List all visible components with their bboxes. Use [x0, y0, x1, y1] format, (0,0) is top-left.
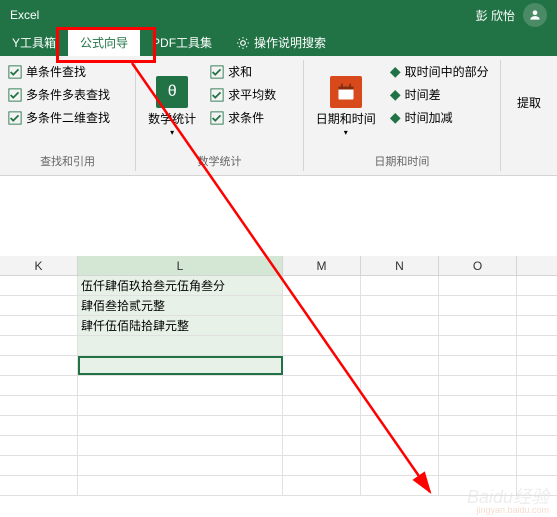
cell-M10[interactable] [283, 456, 361, 475]
tab-tell-me[interactable]: 操作说明搜索 [224, 29, 338, 56]
cell-M7[interactable] [283, 396, 361, 415]
col-header-O[interactable]: O [439, 256, 517, 275]
cell-K1[interactable] [0, 276, 78, 295]
cell-L9[interactable] [78, 436, 283, 455]
cell-M1[interactable] [283, 276, 361, 295]
cell-L3[interactable]: 肆仟伍佰陆拾肆元整 [78, 316, 283, 335]
cell-O4[interactable] [439, 336, 517, 355]
cell-M11[interactable] [283, 476, 361, 495]
math-stats-button[interactable]: θ 数学统计 ▾ [142, 62, 202, 151]
cell-N9[interactable] [361, 436, 439, 455]
cell-N8[interactable] [361, 416, 439, 435]
cell-M4[interactable] [283, 336, 361, 355]
cell-M2[interactable] [283, 296, 361, 315]
time-add-button[interactable]: ◆时间加减 [388, 108, 491, 127]
cell-K8[interactable] [0, 416, 78, 435]
cell-N10[interactable] [361, 456, 439, 475]
sum-button[interactable]: 求和 [208, 62, 278, 81]
single-cond-lookup[interactable]: 单条件查找 [6, 62, 129, 81]
user-name: 彭 欣怡 [476, 7, 515, 24]
cell-M8[interactable] [283, 416, 361, 435]
tab-toolbox[interactable]: Y工具箱 [0, 29, 68, 56]
col-header-M[interactable]: M [283, 256, 361, 275]
group-label-math: 数学统计 [142, 151, 297, 169]
cell-K3[interactable] [0, 316, 78, 335]
cell-K11[interactable] [0, 476, 78, 495]
cell-L10[interactable] [78, 456, 283, 475]
cell-L5[interactable] [78, 356, 283, 375]
cell-O10[interactable] [439, 456, 517, 475]
cell-K5[interactable] [0, 356, 78, 375]
cell-N11[interactable] [361, 476, 439, 495]
cell-N6[interactable] [361, 376, 439, 395]
cell-M3[interactable] [283, 316, 361, 335]
cell-O6[interactable] [439, 376, 517, 395]
tab-pdf-tools[interactable]: PDF工具集 [140, 29, 224, 56]
cell-K6[interactable] [0, 376, 78, 395]
average-button[interactable]: 求平均数 [208, 85, 278, 104]
multi-cond-2d-lookup[interactable]: 多条件二维查找 [6, 108, 129, 127]
cell-N5[interactable] [361, 356, 439, 375]
tab-formula-wizard[interactable]: 公式向导 [68, 29, 140, 56]
cond-button[interactable]: 求条件 [208, 108, 278, 127]
col-header-K[interactable]: K [0, 256, 78, 275]
cell-K7[interactable] [0, 396, 78, 415]
cell-N4[interactable] [361, 336, 439, 355]
watermark-sub: jingyan.baidu.com [476, 505, 549, 515]
col-header-N[interactable]: N [361, 256, 439, 275]
ribbon: 单条件查找 多条件多表查找 多条件二维查找 查找和引用 θ 数学统计 ▾ [0, 56, 557, 176]
cell-N3[interactable] [361, 316, 439, 335]
cell-O8[interactable] [439, 416, 517, 435]
user-avatar[interactable] [523, 3, 547, 27]
cell-L6[interactable] [78, 376, 283, 395]
cell-L8[interactable] [78, 416, 283, 435]
calendar-icon [330, 76, 362, 108]
cell-K10[interactable] [0, 456, 78, 475]
multi-cond-lookup[interactable]: 多条件多表查找 [6, 85, 129, 104]
spreadsheet-grid[interactable]: KLMNO 伍仟肆佰玖拾叁元伍角叁分肆佰叁拾贰元整肆仟伍佰陆拾肆元整 [0, 256, 557, 496]
cell-K4[interactable] [0, 336, 78, 355]
cell-N1[interactable] [361, 276, 439, 295]
datetime-button[interactable]: 日期和时间 ▾ [310, 62, 382, 151]
ribbon-tabs: Y工具箱 公式向导 PDF工具集 操作说明搜索 [0, 30, 557, 56]
cell-L2[interactable]: 肆佰叁拾贰元整 [78, 296, 283, 315]
cell-O3[interactable] [439, 316, 517, 335]
col-header-L[interactable]: L [78, 256, 283, 275]
cell-O5[interactable] [439, 356, 517, 375]
cell-L11[interactable] [78, 476, 283, 495]
cell-L7[interactable] [78, 396, 283, 415]
cell-L4[interactable] [78, 336, 283, 355]
cell-K2[interactable] [0, 296, 78, 315]
cell-O1[interactable] [439, 276, 517, 295]
time-part-button[interactable]: ◆取时间中的部分 [388, 62, 491, 81]
cell-M9[interactable] [283, 436, 361, 455]
cell-O11[interactable] [439, 476, 517, 495]
extract-button[interactable]: 提取 [507, 62, 551, 111]
cell-O7[interactable] [439, 396, 517, 415]
cell-M5[interactable] [283, 356, 361, 375]
cell-N2[interactable] [361, 296, 439, 315]
cell-N7[interactable] [361, 396, 439, 415]
group-label-datetime: 日期和时间 [310, 151, 494, 169]
cell-O2[interactable] [439, 296, 517, 315]
time-diff-button[interactable]: ◆时间差 [388, 85, 491, 104]
cell-O9[interactable] [439, 436, 517, 455]
app-title: Excel [10, 8, 39, 22]
group-label-lookup: 查找和引用 [6, 151, 129, 169]
cell-K9[interactable] [0, 436, 78, 455]
theta-icon: θ [156, 76, 188, 108]
cell-M6[interactable] [283, 376, 361, 395]
cell-L1[interactable]: 伍仟肆佰玖拾叁元伍角叁分 [78, 276, 283, 295]
